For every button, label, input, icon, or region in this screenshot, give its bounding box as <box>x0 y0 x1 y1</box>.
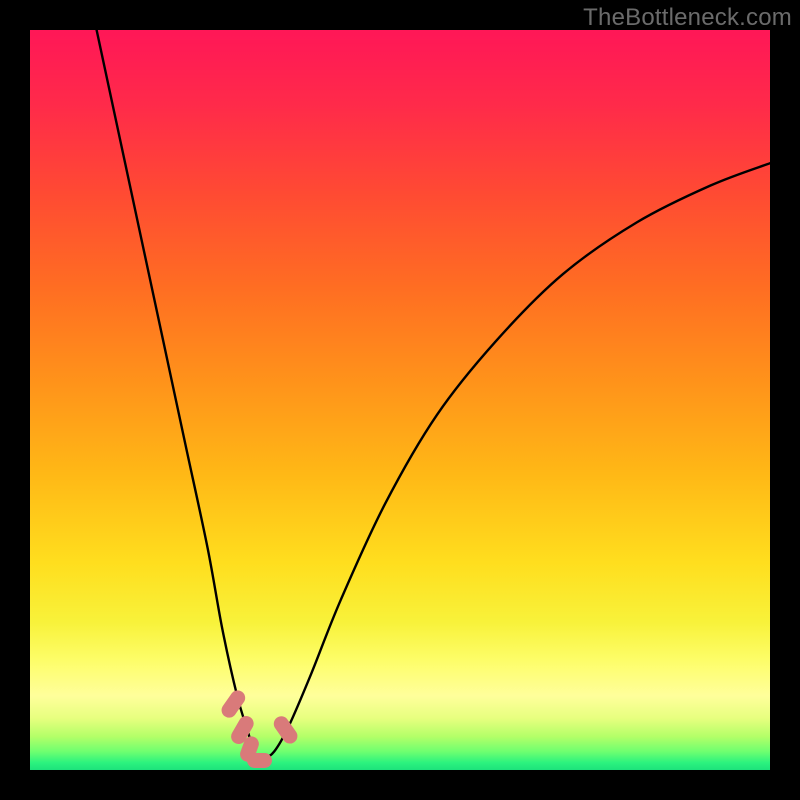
data-marker <box>271 713 300 746</box>
marker-layer <box>30 30 770 770</box>
data-marker <box>247 753 273 768</box>
outer-frame: TheBottleneck.com <box>0 0 800 800</box>
watermark-text: TheBottleneck.com <box>583 4 792 32</box>
plot-area <box>30 30 770 770</box>
